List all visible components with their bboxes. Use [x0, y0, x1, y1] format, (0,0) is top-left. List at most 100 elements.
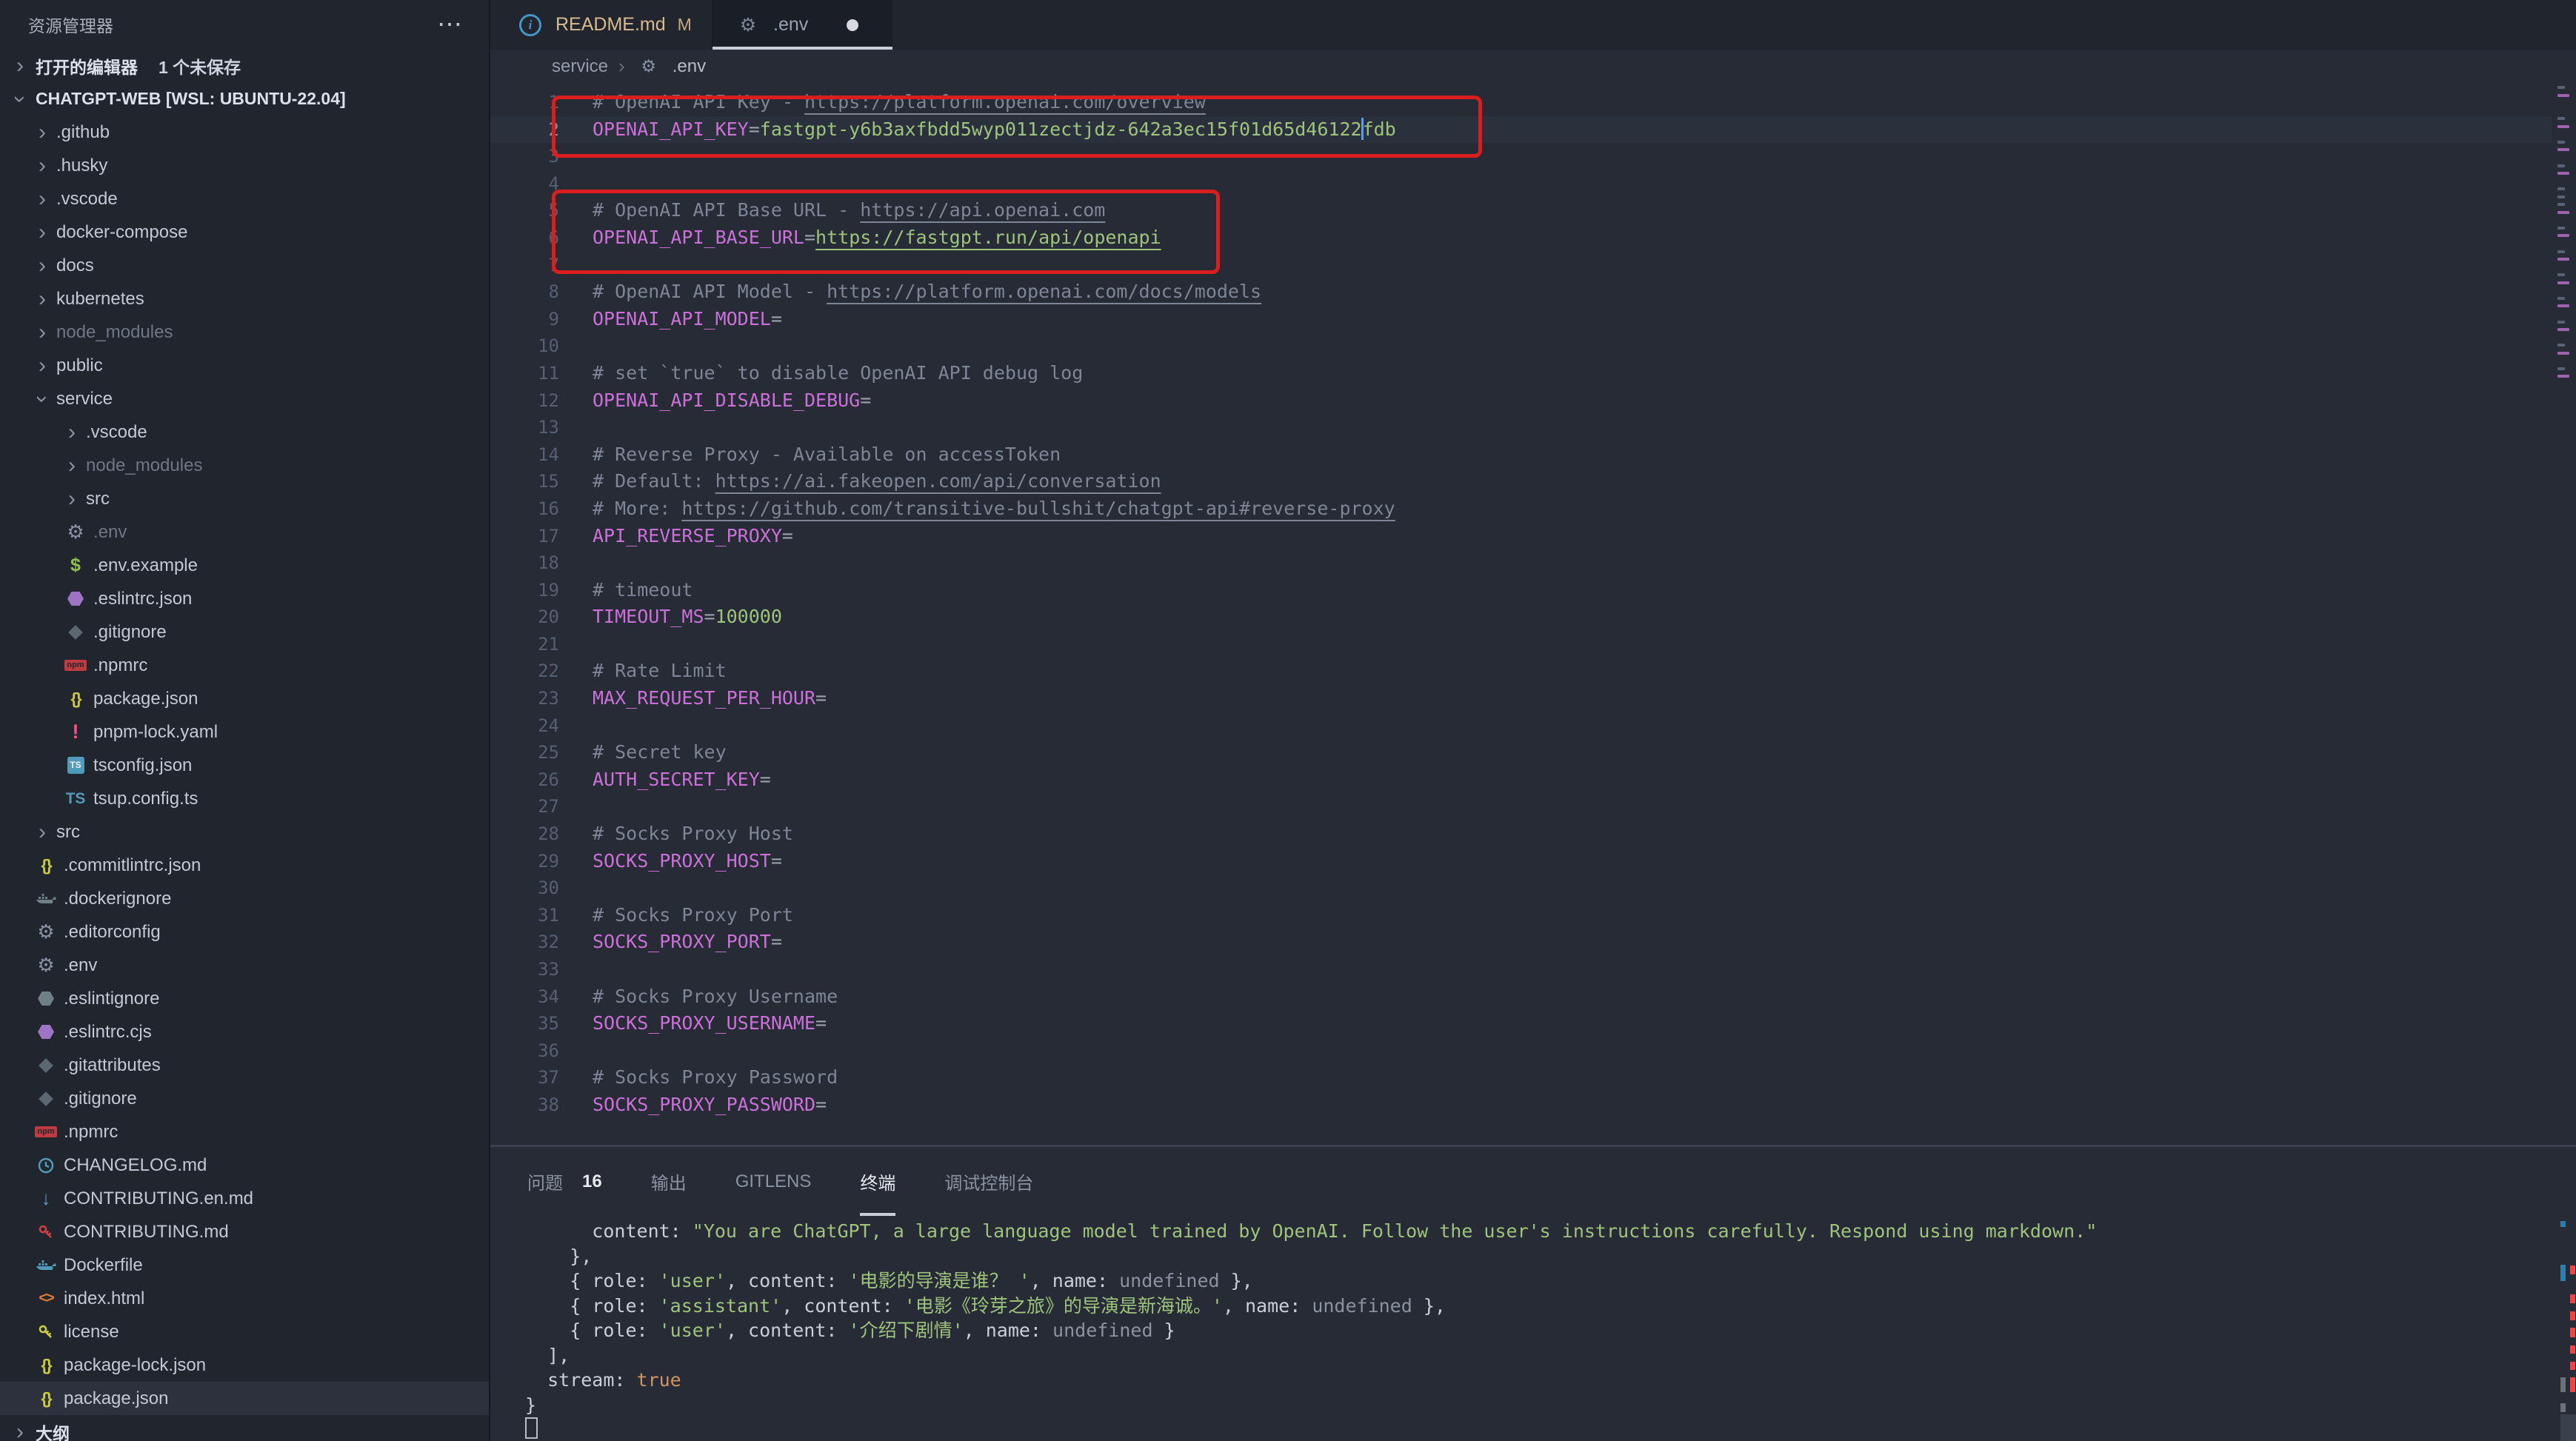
tree-item-index.html[interactable]: <>index.html — [0, 1282, 489, 1315]
tree-item-.eslintignore[interactable]: .eslintignore — [0, 982, 489, 1015]
code-line[interactable]: 8# OpenAI API Model - https://platform.o… — [490, 278, 2552, 306]
code-line[interactable]: 12OPENAI_API_DISABLE_DEBUG= — [490, 387, 2552, 415]
code-line[interactable]: 33 — [490, 956, 2552, 983]
tree-item-kubernetes[interactable]: ›kubernetes — [0, 282, 489, 315]
tree-item-.npmrc[interactable]: npm.npmrc — [0, 1115, 489, 1149]
tree-item-label: index.html — [64, 1288, 144, 1309]
scrollbar-corner[interactable] — [2560, 1414, 2576, 1441]
code-line[interactable]: 32SOCKS_PROXY_PORT= — [490, 929, 2552, 956]
tree-item-.npmrc[interactable]: npm.npmrc — [0, 649, 489, 682]
code-line[interactable]: 18 — [490, 549, 2552, 577]
tree-item-docker-compose[interactable]: ›docker-compose — [0, 215, 489, 249]
code-line[interactable]: 30 — [490, 875, 2552, 902]
tree-item-CHANGELOG.md[interactable]: CHANGELOG.md — [0, 1149, 489, 1182]
code-line[interactable]: 35SOCKS_PROXY_USERNAME= — [490, 1010, 2552, 1037]
code-line[interactable]: 19# timeout — [490, 577, 2552, 604]
tree-item-.gitattributes[interactable]: .gitattributes — [0, 1049, 489, 1082]
tree-item-.vscode[interactable]: ›.vscode — [0, 182, 489, 215]
minimap-mark — [2557, 195, 2565, 198]
code-line[interactable]: 9OPENAI_API_MODEL= — [490, 306, 2552, 333]
outline-section[interactable]: › 大纲 — [0, 1415, 489, 1441]
code-line[interactable]: 15# Default: https://ai.fakeopen.com/api… — [490, 468, 2552, 495]
tree-item-nodemodules[interactable]: ›node_modules — [0, 449, 489, 482]
tree-item-Dockerfile[interactable]: Dockerfile — [0, 1248, 489, 1282]
tree-item-CONTRIBUTING.md[interactable]: CONTRIBUTING.md — [0, 1215, 489, 1248]
panel-tab-output[interactable]: 输出 — [651, 1147, 687, 1216]
line-number: 25 — [490, 739, 559, 766]
tree-item-.env.example[interactable]: $.env.example — [0, 549, 489, 582]
tree-item-pnpm-lock.yaml[interactable]: !pnpm-lock.yaml — [0, 715, 489, 749]
open-editors-section[interactable]: › 打开的编辑器 1 个未保存 — [0, 49, 489, 82]
tree-item-src[interactable]: ›src — [0, 482, 489, 515]
tree-item-.github[interactable]: ›.github — [0, 116, 489, 149]
panel-tab-gitlens[interactable]: GITLENS — [735, 1147, 812, 1216]
code-line[interactable]: 14# Reverse Proxy - Available on accessT… — [490, 441, 2552, 469]
tree-item-nodemodules[interactable]: ›node_modules — [0, 315, 489, 349]
tree-item-.commitlintrc.json[interactable]: {}.commitlintrc.json — [0, 849, 489, 882]
tree-item-package-lock.json[interactable]: {}package-lock.json — [0, 1348, 489, 1382]
panel-tab-terminal[interactable]: 终端 — [860, 1147, 895, 1216]
tree-item-.eslintrc.cjs[interactable]: .eslintrc.cjs — [0, 1015, 489, 1049]
tree-item-label: pnpm-lock.yaml — [93, 722, 218, 743]
more-actions-icon[interactable]: ⋯ — [437, 10, 464, 39]
tree-item-package.json[interactable]: {}package.json — [0, 682, 489, 715]
code-line[interactable]: 20TIMEOUT_MS=100000 — [490, 604, 2552, 631]
minimap[interactable] — [2552, 83, 2576, 1145]
terminal-line — [525, 1417, 2576, 1441]
code-line[interactable]: 38SOCKS_PROXY_PASSWORD= — [490, 1091, 2552, 1119]
tree-item-label: .gitignore — [93, 622, 167, 643]
tree-item-service[interactable]: ›service — [0, 382, 489, 415]
panel-tab-debug-console[interactable]: 调试控制台 — [944, 1147, 1033, 1216]
code-line[interactable]: 22# Rate Limit — [490, 658, 2552, 685]
tree-item-.gitignore[interactable]: .gitignore — [0, 1082, 489, 1115]
code-line[interactable]: 24 — [490, 712, 2552, 740]
tree-item-tsup.config.ts[interactable]: TStsup.config.ts — [0, 782, 489, 815]
tree-item-.env[interactable]: ⚙.env — [0, 949, 489, 982]
code-line[interactable]: 27 — [490, 793, 2552, 820]
code-line[interactable]: 37# Socks Proxy Password — [490, 1064, 2552, 1091]
code-line[interactable]: 28# Socks Proxy Host — [490, 820, 2552, 848]
code-line[interactable]: 34# Socks Proxy Username — [490, 983, 2552, 1011]
code-line[interactable]: 36 — [490, 1037, 2552, 1065]
code-line[interactable]: 16# More: https://github.com/transitive-… — [490, 495, 2552, 523]
code-line[interactable]: 17API_REVERSE_PROXY= — [490, 523, 2552, 550]
code-line[interactable]: 26AUTH_SECRET_KEY= — [490, 766, 2552, 794]
tree-item-.env[interactable]: ⚙.env — [0, 515, 489, 549]
tree-item-.gitignore[interactable]: .gitignore — [0, 615, 489, 649]
code-line[interactable]: 21 — [490, 631, 2552, 658]
tree-item-package.json[interactable]: {}package.json — [0, 1382, 489, 1415]
tree-item-label: .commitlintrc.json — [64, 855, 201, 876]
gear-icon: ⚙ — [735, 14, 761, 36]
tree-item-.vscode[interactable]: ›.vscode — [0, 415, 489, 449]
code-line[interactable]: 23MAX_REQUEST_PER_HOUR= — [490, 685, 2552, 712]
line-number: 22 — [490, 658, 559, 685]
tree-item-.eslintrc.json[interactable]: .eslintrc.json — [0, 582, 489, 615]
tree-item-.editorconfig[interactable]: ⚙.editorconfig — [0, 915, 489, 949]
tree-item-src[interactable]: ›src — [0, 815, 489, 849]
code-line[interactable]: 25# Secret key — [490, 739, 2552, 766]
breadcrumb-file[interactable]: .env — [673, 56, 706, 77]
unsaved-dot[interactable] — [847, 19, 858, 31]
code-line[interactable]: 31# Socks Proxy Port — [490, 902, 2552, 929]
tree-item-tsconfig.json[interactable]: TStsconfig.json — [0, 749, 489, 782]
tree-item-label: .env.example — [93, 555, 198, 576]
tab-readme[interactable]: i README.md M — [490, 0, 713, 50]
terminal[interactable]: content: "You are ChatGPT, a large langu… — [490, 1216, 2576, 1441]
tree-item-license[interactable]: license — [0, 1315, 489, 1348]
tree-item-.dockerignore[interactable]: .dockerignore — [0, 882, 489, 915]
tree-item-.husky[interactable]: ›.husky — [0, 149, 489, 182]
tree-item-label: .eslintrc.json — [93, 589, 192, 609]
tree-item-docs[interactable]: ›docs — [0, 249, 489, 282]
breadcrumb-folder[interactable]: service — [552, 56, 608, 77]
workspace-section-header[interactable]: › CHATGPT-WEB [WSL: UBUNTU-22.04] — [0, 82, 489, 116]
panel-tab-problems[interactable]: 问题16 — [527, 1147, 602, 1216]
code-line[interactable]: 13 — [490, 414, 2552, 441]
code-line[interactable]: 29SOCKS_PROXY_HOST= — [490, 848, 2552, 875]
code-editor[interactable]: 1# OpenAI API Key - https://platform.ope… — [490, 83, 2576, 1145]
tab-env[interactable]: ⚙ .env — [713, 0, 892, 50]
code-line[interactable]: 11# set `true` to disable OpenAI API deb… — [490, 360, 2552, 387]
code-line[interactable]: 10 — [490, 332, 2552, 360]
tree-item-CONTRIBUTING.en.md[interactable]: ↓CONTRIBUTING.en.md — [0, 1182, 489, 1215]
vscode-window: 资源管理器 ⋯ › 打开的编辑器 1 个未保存 › CHATGPT-WEB [W… — [0, 0, 2576, 1441]
tree-item-public[interactable]: ›public — [0, 349, 489, 382]
